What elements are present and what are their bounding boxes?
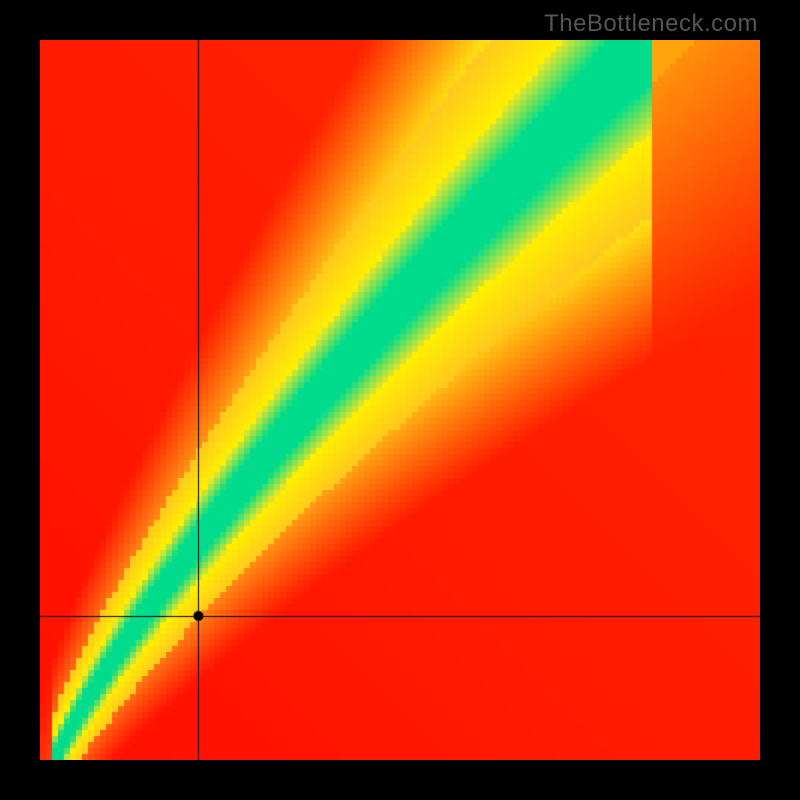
- chart-container: TheBottleneck.com: [0, 0, 800, 800]
- watermark-text: TheBottleneck.com: [544, 10, 758, 38]
- bottleneck-heatmap: [40, 40, 760, 760]
